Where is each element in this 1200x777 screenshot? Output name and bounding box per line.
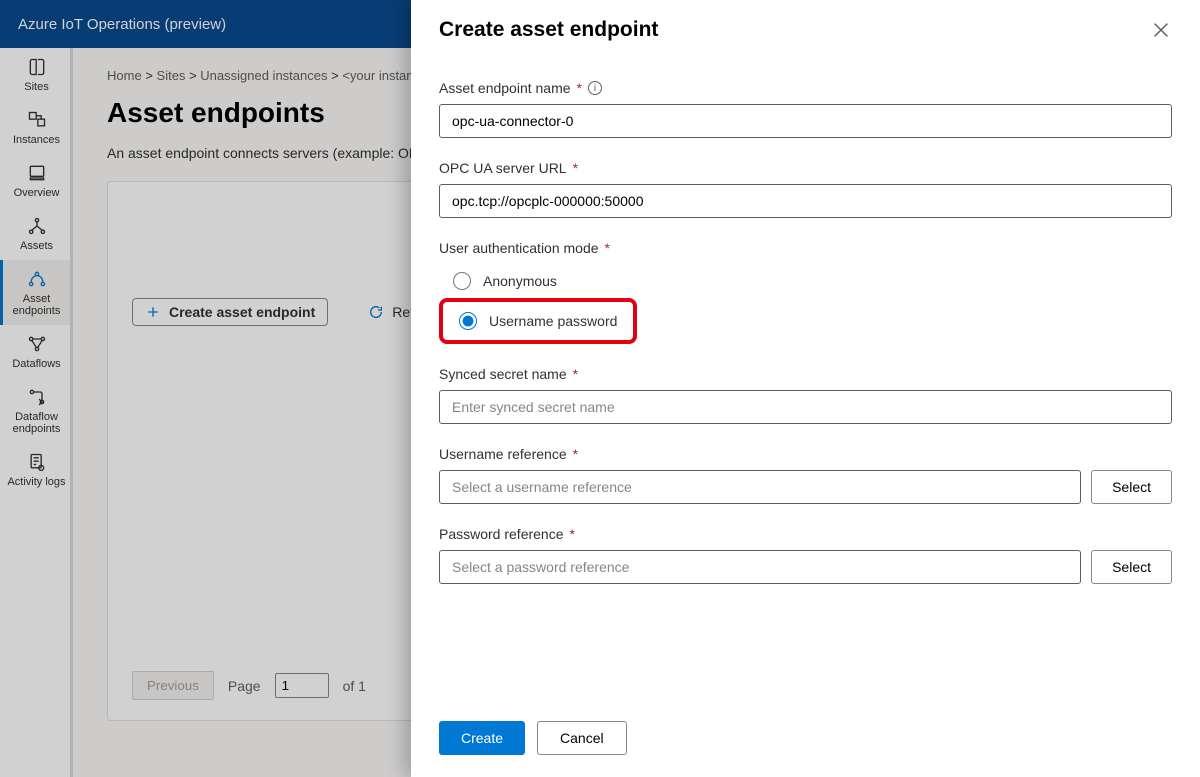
info-icon[interactable]: i (588, 81, 602, 95)
name-label: Asset endpoint name (439, 80, 571, 96)
required-marker: * (573, 446, 578, 462)
username-reference-input[interactable] (439, 470, 1081, 504)
required-marker: * (573, 160, 578, 176)
auth-anonymous-option[interactable]: Anonymous (439, 266, 1172, 296)
create-endpoint-panel: Create asset endpoint Asset endpoint nam… (411, 0, 1200, 777)
highlight-userpass: Username password (439, 298, 637, 344)
url-label: OPC UA server URL (439, 160, 567, 176)
required-marker: * (570, 526, 575, 542)
auth-userpass-radio[interactable] (459, 312, 477, 330)
required-marker: * (605, 240, 610, 256)
create-button[interactable]: Create (439, 721, 525, 755)
username-select-button[interactable]: Select (1091, 470, 1172, 504)
panel-title: Create asset endpoint (439, 18, 658, 42)
close-icon[interactable] (1150, 19, 1172, 41)
auth-mode-label: User authentication mode (439, 240, 599, 256)
password-reference-input[interactable] (439, 550, 1081, 584)
required-marker: * (577, 80, 582, 96)
cancel-button[interactable]: Cancel (537, 721, 627, 755)
synced-secret-input[interactable] (439, 390, 1172, 424)
auth-anonymous-radio[interactable] (453, 272, 471, 290)
secret-label: Synced secret name (439, 366, 567, 382)
server-url-input[interactable] (439, 184, 1172, 218)
password-select-button[interactable]: Select (1091, 550, 1172, 584)
pass-ref-label: Password reference (439, 526, 564, 542)
auth-userpass-option[interactable]: Username password (445, 306, 631, 336)
user-ref-label: Username reference (439, 446, 567, 462)
endpoint-name-input[interactable] (439, 104, 1172, 138)
required-marker: * (573, 366, 578, 382)
